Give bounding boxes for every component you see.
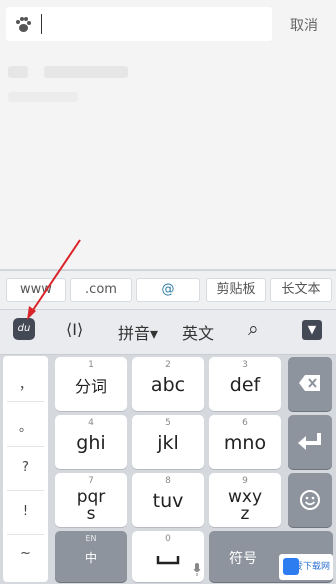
key-number: 7	[88, 476, 94, 486]
cursor-move-button[interactable]: ⟨I⟩	[66, 320, 83, 339]
key-6-mno[interactable]: 6 mno	[209, 415, 281, 469]
key-8-tuv[interactable]: 8 tuv	[132, 473, 204, 527]
blurred-suggestion	[8, 92, 78, 102]
key-1-segment[interactable]: 1 分词	[55, 357, 127, 411]
chip-dotcom[interactable]: .com	[70, 278, 132, 302]
key-label: mno	[223, 432, 267, 454]
key-number: 1	[88, 360, 94, 370]
divider	[7, 534, 44, 535]
key-number: 9	[242, 476, 248, 486]
key-3-def[interactable]: 3 def	[209, 357, 281, 411]
backspace-button[interactable]	[288, 357, 332, 411]
key-number: 8	[165, 476, 171, 486]
key-label: ghi	[76, 432, 106, 454]
symbol-label: 符号	[229, 551, 257, 567]
chip-long-text[interactable]: 长文本	[270, 278, 332, 302]
enter-button[interactable]	[288, 415, 332, 469]
blurred-suggestion-icon	[8, 66, 28, 78]
text-cursor	[41, 14, 42, 34]
punctuation-column: ， 。 ? ! ~	[3, 356, 48, 582]
enter-icon	[298, 433, 321, 450]
key-number: 3	[242, 360, 248, 370]
key-number: 2	[165, 360, 171, 370]
key-label: pqr s	[76, 487, 106, 524]
space-icon	[156, 556, 180, 565]
key-label: def	[229, 374, 261, 396]
lang-zh-label: 中	[84, 551, 97, 565]
key-label: abc	[150, 374, 186, 396]
space-button[interactable]: 0	[132, 531, 204, 582]
key-number: 6	[242, 418, 248, 428]
backspace-icon	[299, 375, 320, 391]
hide-keyboard-icon[interactable]: ▼	[302, 320, 322, 340]
pinyin-mode-button[interactable]: 拼音▾	[118, 320, 158, 344]
key-7-pqrs[interactable]: 7 pqr s	[55, 473, 127, 527]
key-5-jkl[interactable]: 5 jkl	[132, 415, 204, 469]
emoji-button[interactable]	[288, 473, 332, 527]
emoji-icon	[300, 490, 320, 510]
punct-tilde[interactable]: ~	[3, 546, 48, 561]
divider	[7, 446, 44, 447]
chip-www[interactable]: www	[6, 278, 66, 302]
lang-en-label: EN	[85, 534, 97, 543]
watermark-logo-icon	[283, 558, 299, 575]
cancel-button[interactable]: 取消	[290, 15, 318, 35]
blurred-suggestion	[44, 66, 128, 78]
key-label: wxy z	[227, 487, 263, 524]
language-switch-button[interactable]: EN 中	[55, 531, 127, 582]
punct-period[interactable]: 。	[3, 416, 48, 435]
key-label: 分词	[74, 377, 107, 396]
microphone-icon	[193, 563, 201, 576]
punct-exclaim[interactable]: !	[3, 504, 48, 519]
chip-at[interactable]: @	[136, 278, 200, 302]
chip-clipboard[interactable]: 剪贴板	[206, 278, 266, 302]
divider	[7, 490, 44, 491]
key-2-abc[interactable]: 2 abc	[132, 357, 204, 411]
search-input[interactable]	[6, 7, 272, 41]
key-label: jkl	[157, 432, 179, 454]
search-icon[interactable]: ⌕	[248, 318, 259, 340]
key-number: 0	[165, 534, 171, 544]
du-logo-button[interactable]: du	[13, 318, 35, 340]
english-mode-button[interactable]: 英文	[182, 320, 214, 344]
baidu-paw-icon	[16, 17, 31, 32]
key-number: 4	[88, 418, 94, 428]
search-header: 取消	[0, 0, 336, 50]
punct-comma[interactable]: ，	[3, 374, 48, 393]
divider	[7, 401, 44, 402]
key-4-ghi[interactable]: 4 ghi	[55, 415, 127, 469]
keyboard-toolbar	[0, 309, 336, 355]
key-number: 5	[165, 418, 171, 428]
key-9-wxyz[interactable]: 9 wxy z	[209, 473, 281, 527]
punct-question[interactable]: ?	[3, 460, 48, 475]
key-label: tuv	[152, 490, 184, 512]
